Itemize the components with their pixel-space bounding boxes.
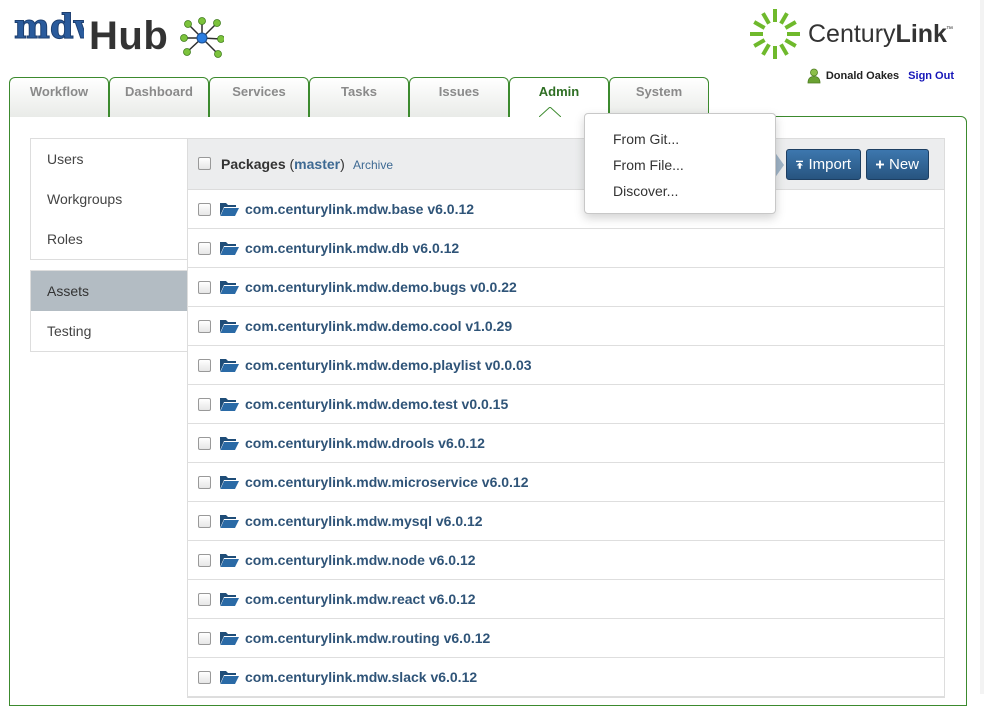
new-button[interactable]: New: [866, 149, 929, 180]
sidebar-item-testing[interactable]: Testing: [31, 311, 188, 351]
table-row: com.centurylink.mdw.microservice v6.0.12: [187, 463, 945, 502]
packages-title-label: Packages: [221, 156, 286, 172]
main-tabs: Workflow Dashboard Services Tasks Issues…: [9, 77, 711, 117]
brand-name: CenturyLink: [808, 20, 947, 49]
tab-tasks[interactable]: Tasks: [309, 77, 409, 117]
asset-nav-group: Assets Testing: [30, 270, 188, 352]
package-name[interactable]: com.centurylink.mdw.demo.playlist v0.0.0…: [245, 357, 532, 373]
table-row: com.centurylink.mdw.drools v6.0.12: [187, 424, 945, 463]
table-row: com.centurylink.mdw.demo.playlist v0.0.0…: [187, 346, 945, 385]
row-checkbox[interactable]: [198, 671, 211, 684]
user-name: Donald Oakes: [825, 70, 900, 82]
folder-open-icon: [220, 671, 239, 684]
new-button-label: New: [888, 156, 919, 173]
user-icon: [807, 68, 821, 84]
table-row: com.centurylink.mdw.react v6.0.12: [187, 580, 945, 619]
package-list: com.centurylink.mdw.base v6.0.12 com.cent…: [187, 190, 945, 697]
tab-issues[interactable]: Issues: [409, 77, 509, 117]
sign-out-link[interactable]: Sign Out: [908, 70, 954, 82]
folder-open-icon: [220, 359, 239, 372]
package-name[interactable]: com.centurylink.mdw.base v6.0.12: [245, 201, 474, 217]
table-row: com.centurylink.mdw.routing v6.0.12: [187, 619, 945, 658]
select-all-checkbox[interactable]: [198, 157, 211, 170]
network-node-icon: [180, 17, 224, 58]
packages-title: Packages (master): [221, 156, 345, 172]
package-name[interactable]: com.centurylink.mdw.drools v6.0.12: [245, 435, 485, 451]
folder-open-icon: [220, 281, 239, 294]
row-checkbox[interactable]: [198, 554, 211, 567]
table-row: com.centurylink.mdw.demo.bugs v0.0.22: [187, 268, 945, 307]
logo-text: mdw: [14, 8, 84, 47]
table-row: com.centurylink.mdw.db v6.0.12: [187, 229, 945, 268]
brand-prefix: Century: [808, 20, 896, 48]
row-checkbox[interactable]: [198, 437, 211, 450]
menu-item-discover[interactable]: Discover...: [585, 178, 775, 204]
menu-item-from-file[interactable]: From File...: [585, 152, 775, 178]
package-name[interactable]: com.centurylink.mdw.slack v6.0.12: [245, 669, 477, 685]
plus-icon: [876, 160, 884, 169]
import-button-label: Import: [808, 156, 851, 173]
package-name[interactable]: com.centurylink.mdw.db v6.0.12: [245, 240, 459, 256]
table-row: com.centurylink.mdw.base v6.0.12: [187, 190, 945, 229]
folder-open-icon: [220, 398, 239, 411]
package-name[interactable]: com.centurylink.mdw.demo.test v0.0.15: [245, 396, 508, 412]
row-checkbox[interactable]: [198, 242, 211, 255]
brand-trademark: ™: [946, 26, 953, 33]
package-name[interactable]: com.centurylink.mdw.node v6.0.12: [245, 552, 476, 568]
package-name[interactable]: com.centurylink.mdw.demo.bugs v0.0.22: [245, 279, 517, 295]
upload-icon: [796, 160, 804, 169]
row-checkbox[interactable]: [198, 320, 211, 333]
active-tab-caret: [539, 107, 561, 119]
import-button[interactable]: Import: [786, 149, 861, 180]
packages-header: Packages (master) Archive Import New: [187, 138, 945, 190]
package-name[interactable]: com.centurylink.mdw.routing v6.0.12: [245, 630, 490, 646]
package-name[interactable]: com.centurylink.mdw.demo.cool v1.0.29: [245, 318, 512, 334]
sidebar-item-workgroups[interactable]: Workgroups: [31, 179, 188, 219]
window-scrollbar[interactable]: [980, 0, 984, 694]
menu-item-from-git[interactable]: From Git...: [585, 126, 775, 152]
row-checkbox[interactable]: [198, 203, 211, 216]
folder-open-icon: [220, 515, 239, 528]
folder-open-icon: [220, 320, 239, 333]
row-checkbox[interactable]: [198, 515, 211, 528]
folder-open-icon: [220, 437, 239, 450]
package-name[interactable]: com.centurylink.mdw.react v6.0.12: [245, 591, 476, 607]
tab-workflow[interactable]: Workflow: [9, 77, 109, 117]
archive-link[interactable]: Archive: [353, 158, 393, 172]
branch-name: master: [294, 156, 341, 172]
table-row: com.centurylink.mdw.mysql v6.0.12: [187, 502, 945, 541]
row-checkbox[interactable]: [198, 593, 211, 606]
branch-close-paren: ): [340, 156, 345, 172]
tab-services[interactable]: Services: [209, 77, 309, 117]
row-checkbox[interactable]: [198, 398, 211, 411]
user-area: Donald Oakes Sign Out: [807, 68, 954, 84]
sidebar-item-assets[interactable]: Assets: [31, 271, 188, 311]
sidebar-item-roles[interactable]: Roles: [31, 219, 188, 259]
folder-open-icon: [220, 593, 239, 606]
centurylink-logo: [750, 9, 800, 59]
folder-open-icon: [220, 632, 239, 645]
brand-suffix: Link: [895, 20, 947, 48]
table-row: com.centurylink.mdw.node v6.0.12: [187, 541, 945, 580]
package-name[interactable]: com.centurylink.mdw.microservice v6.0.12: [245, 474, 529, 490]
sidebar-item-users[interactable]: Users: [31, 139, 188, 179]
tab-dashboard[interactable]: Dashboard: [109, 77, 209, 117]
row-checkbox[interactable]: [198, 632, 211, 645]
import-menu: From Git... From File... Discover...: [584, 113, 776, 214]
admin-nav-group: Users Workgroups Roles: [30, 138, 188, 260]
row-checkbox[interactable]: [198, 476, 211, 489]
row-checkbox[interactable]: [198, 359, 211, 372]
mdw-logo: mdw: [14, 8, 84, 48]
table-row: com.centurylink.mdw.demo.test v0.0.15: [187, 385, 945, 424]
row-checkbox[interactable]: [198, 281, 211, 294]
tab-system[interactable]: System: [609, 77, 709, 117]
table-row: com.centurylink.mdw.slack v6.0.12: [187, 658, 945, 697]
table-row: com.centurylink.mdw.demo.cool v1.0.29: [187, 307, 945, 346]
folder-open-icon: [220, 554, 239, 567]
app-title: Hub: [89, 14, 169, 58]
package-name[interactable]: com.centurylink.mdw.mysql v6.0.12: [245, 513, 483, 529]
folder-open-icon: [220, 242, 239, 255]
folder-open-icon: [220, 203, 239, 216]
folder-open-icon: [220, 476, 239, 489]
